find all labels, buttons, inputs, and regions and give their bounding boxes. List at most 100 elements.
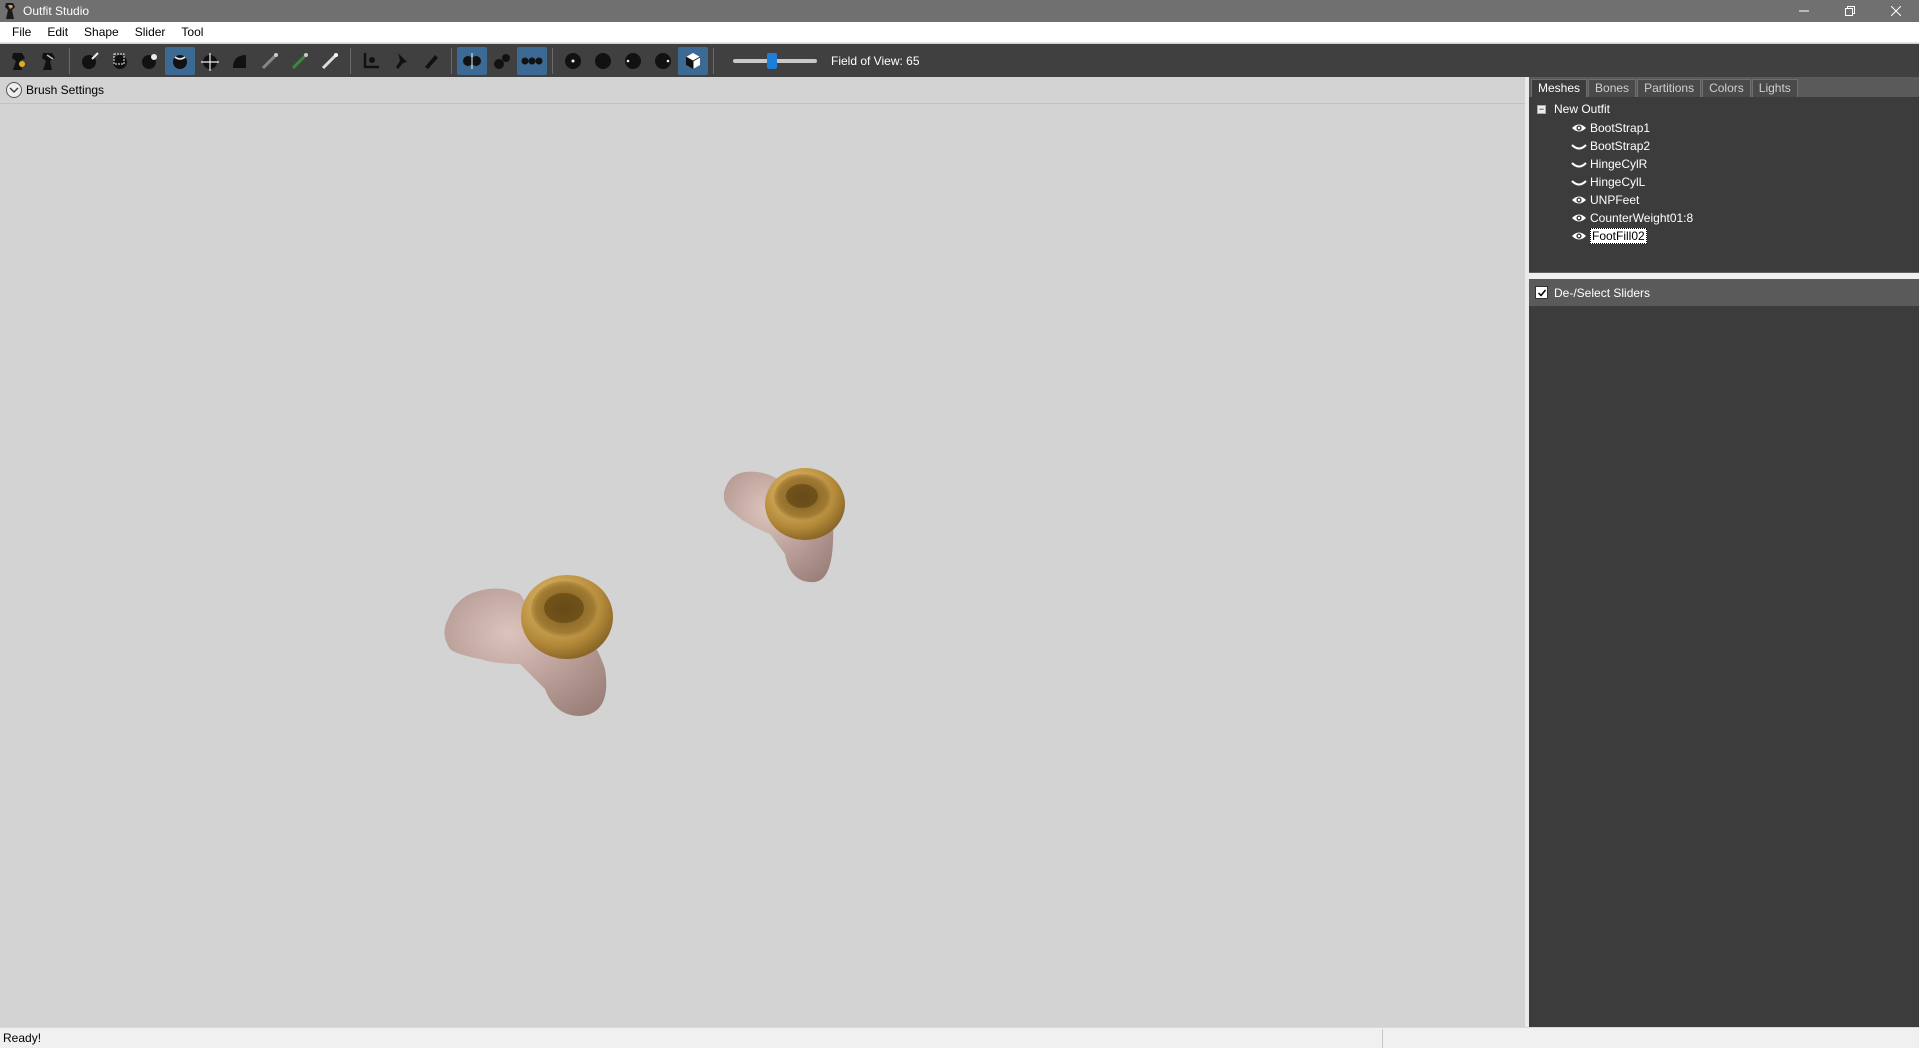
- checkmark-icon: [1537, 289, 1546, 297]
- global-brush-button[interactable]: [517, 46, 547, 75]
- inflate-brush-button[interactable]: [135, 47, 165, 75]
- toolbar-separator: [713, 47, 714, 74]
- weight-brush-icon: [261, 52, 278, 69]
- tab-colors[interactable]: Colors: [1702, 79, 1751, 97]
- toolbar: Field of View: 65: [0, 44, 1919, 77]
- toolbar-separator: [552, 47, 553, 74]
- eye-icon[interactable]: [1571, 122, 1587, 134]
- mirror-icon: [463, 52, 481, 69]
- view-front-button[interactable]: [558, 47, 588, 75]
- fov-control: Field of View: 65: [733, 52, 920, 69]
- mesh-item[interactable]: CounterWeight01:8: [1571, 209, 1693, 227]
- view-left-icon: [625, 52, 641, 69]
- brush-settings-toggle[interactable]: [6, 82, 22, 98]
- toolbar-separator: [451, 47, 452, 74]
- smooth-brush-button[interactable]: [225, 47, 255, 75]
- status-text: Ready!: [3, 1031, 42, 1045]
- collapse-vertex-button[interactable]: [356, 47, 386, 75]
- tree-root-label: New Outfit: [1554, 102, 1611, 116]
- mask-select-icon: [113, 53, 127, 69]
- mesh-item[interactable]: HingeCylL: [1571, 173, 1693, 191]
- weight-brush-button[interactable]: [255, 47, 285, 75]
- color-brush-icon: [291, 52, 308, 69]
- eye-icon[interactable]: [1571, 230, 1587, 242]
- panel-tabs: Meshes Bones Partitions Colors Lights: [1529, 77, 1919, 97]
- toolbar-separator: [350, 47, 351, 74]
- tree-root-outfit[interactable]: − New Outfit: [1537, 102, 1610, 116]
- menu-edit[interactable]: Edit: [39, 22, 76, 43]
- transform-tool-button[interactable]: [34, 47, 64, 75]
- mesh-item[interactable]: BootStrap2: [1571, 137, 1693, 155]
- alpha-brush-button[interactable]: [315, 47, 345, 75]
- tab-meshes[interactable]: Meshes: [1531, 79, 1588, 97]
- view-right-button[interactable]: [648, 47, 678, 75]
- view-back-icon: [595, 52, 611, 69]
- deflate-brush-icon: [173, 54, 187, 69]
- eye-icon[interactable]: [1571, 194, 1587, 206]
- smooth-brush-icon: [233, 54, 246, 68]
- tab-partitions[interactable]: Partitions: [1637, 79, 1702, 97]
- fov-slider[interactable]: [733, 52, 817, 69]
- eye-closed-icon[interactable]: [1571, 140, 1587, 152]
- menu-slider[interactable]: Slider: [127, 22, 174, 43]
- tab-bones[interactable]: Bones: [1588, 79, 1637, 97]
- mask-brush-button[interactable]: [75, 47, 105, 75]
- mesh-item[interactable]: BootStrap1: [1571, 119, 1693, 137]
- connected-icon: [494, 53, 510, 69]
- mask-select-button[interactable]: [105, 47, 135, 75]
- status-bar: Ready!: [0, 1027, 1919, 1048]
- move-brush-icon: [201, 52, 219, 71]
- right-panel: Meshes Bones Partitions Colors Lights − …: [1529, 77, 1919, 1027]
- restore-icon[interactable]: [1827, 0, 1873, 22]
- window-title: Outfit Studio: [23, 4, 90, 18]
- brush-settings-label[interactable]: Brush Settings: [26, 83, 104, 97]
- view-left-button[interactable]: [618, 47, 648, 75]
- mesh-item-label: HingeCylR: [1590, 157, 1648, 171]
- scene-canvas[interactable]: [0, 104, 1525, 1027]
- app-icon: [5, 3, 15, 19]
- chevron-down-icon: [9, 87, 19, 93]
- eye-closed-icon[interactable]: [1571, 158, 1587, 170]
- mesh-list: BootStrap1 BootStrap2 HingeCylR HingeCylL UN…: [1571, 119, 1693, 245]
- slider-header: De-/Select Sliders: [1529, 279, 1919, 306]
- menu-file[interactable]: File: [4, 22, 39, 43]
- x-mirror-button[interactable]: [457, 46, 487, 75]
- mesh-item[interactable]: UNPFeet: [1571, 191, 1693, 209]
- connected-only-button[interactable]: [487, 47, 517, 75]
- color-brush-button[interactable]: [285, 47, 315, 75]
- close-icon[interactable]: [1873, 0, 1919, 22]
- mesh-item-label: UNPFeet: [1590, 193, 1640, 207]
- mesh-item[interactable]: HingeCylR: [1571, 155, 1693, 173]
- eye-icon[interactable]: [1571, 212, 1587, 224]
- eye-closed-icon[interactable]: [1571, 176, 1587, 188]
- pin-tool-button[interactable]: [386, 47, 416, 75]
- fov-slider-thumb[interactable]: [767, 52, 777, 69]
- alpha-brush-icon: [321, 52, 338, 69]
- status-separator: [1382, 1028, 1383, 1048]
- deselect-sliders-label[interactable]: De-/Select Sliders: [1554, 286, 1650, 300]
- mesh-item[interactable]: FootFill02: [1571, 227, 1693, 245]
- toolbar-separator: [69, 47, 70, 74]
- select-tool-button[interactable]: [4, 47, 34, 75]
- mesh-item-label: FootFill02: [1590, 228, 1647, 244]
- view-back-button[interactable]: [588, 47, 618, 75]
- minimize-icon[interactable]: [1781, 0, 1827, 22]
- collapse-icon[interactable]: −: [1537, 104, 1546, 114]
- deflate-brush-button[interactable]: [165, 46, 195, 75]
- menu-shape[interactable]: Shape: [76, 22, 127, 43]
- transform-tool-icon: [42, 52, 55, 70]
- move-brush-button[interactable]: [195, 47, 225, 75]
- view-perspective-button[interactable]: [678, 46, 708, 75]
- tab-lights[interactable]: Lights: [1751, 79, 1798, 97]
- global-brush-icon: [521, 57, 543, 64]
- view-front-icon: [565, 52, 581, 69]
- deselect-sliders-checkbox[interactable]: [1535, 286, 1548, 299]
- viewport-3d[interactable]: Brush Settings: [0, 77, 1525, 1027]
- mesh-item-label: HingeCylL: [1590, 175, 1646, 189]
- mesh-item-label: BootStrap1: [1590, 121, 1651, 135]
- menu-bar: File Edit Shape Slider Tool: [0, 22, 1919, 43]
- title-bar: Outfit Studio: [0, 0, 1919, 22]
- select-tool-icon: [12, 52, 25, 70]
- menu-tool[interactable]: Tool: [173, 22, 211, 43]
- pencil-tool-button[interactable]: [416, 47, 446, 75]
